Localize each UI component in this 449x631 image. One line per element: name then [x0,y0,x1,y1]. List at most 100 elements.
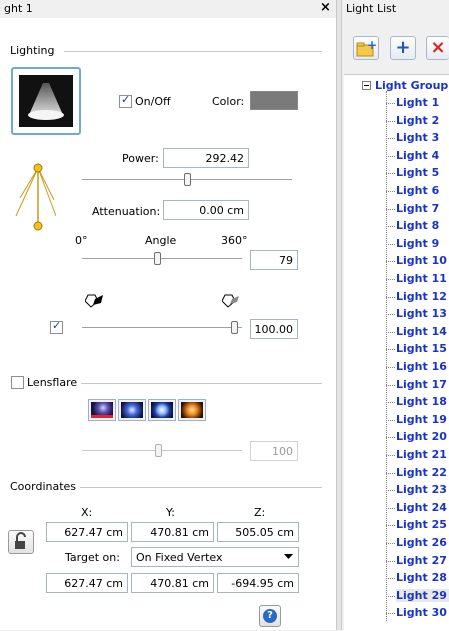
tree-connector [386,279,395,280]
lensflare-blue-glow-icon [121,402,143,418]
angle-label: Angle [145,234,177,247]
tree-collapse-toggle[interactable] [362,81,371,90]
angle-slider-track[interactable] [82,258,242,260]
lensflare-checkbox[interactable] [11,376,24,389]
tree-connector [386,331,395,333]
tree-connector [386,578,395,580]
tree-item-light[interactable]: Light 29 [396,588,449,602]
tree-item-light[interactable]: Light 15 [396,342,447,355]
tree-connector [386,490,395,492]
tree-item-light[interactable]: Light 7 [396,202,439,215]
new-folder-icon: + [356,38,377,57]
tree-connector [386,507,395,509]
position-y-input[interactable]: 470.81 cm [131,522,214,542]
z-label: Z: [254,506,266,519]
tree-item-light[interactable]: Light 9 [396,237,439,250]
position-x-input[interactable]: 627.47 cm [46,522,128,542]
attenuation-input[interactable]: 0.00 cm [163,200,249,220]
tree-item-light[interactable]: Light 13 [396,307,447,320]
angle-max-label: 360° [221,234,248,247]
lensflare-slider-thumb[interactable] [155,444,162,457]
panel-title: ght 1 [4,2,33,15]
lensflare-input[interactable]: 100 [250,441,298,461]
y-label: Y: [166,506,175,519]
light-direction-gizmo-icon[interactable] [12,160,56,240]
tree-item-light[interactable]: Light 26 [396,536,447,549]
add-light-button[interactable]: + [390,36,416,60]
power-slider-thumb[interactable] [184,173,191,186]
tree-item-light[interactable]: Light 2 [396,114,439,127]
tree-item-light[interactable]: Light 5 [396,166,439,179]
angle-input[interactable]: 79 [250,250,298,270]
on-off-checkbox[interactable] [119,93,132,108]
power-input[interactable]: 292.42 [163,148,249,168]
lensflare-preset-4[interactable] [178,399,206,421]
color-label: Color: [212,95,245,108]
lensflare-starburst-icon [91,402,113,418]
tree-item-light[interactable]: Light 18 [396,395,447,408]
tree-item-light[interactable]: Light 20 [396,430,447,443]
unlock-icon [15,532,26,549]
intensity-slider-track[interactable] [82,327,242,329]
tree-connector [386,543,395,544]
tree-item-light[interactable]: Light 28 [396,571,447,584]
tree-connector [386,560,395,562]
tree-item-light[interactable]: Light 1 [396,96,439,109]
tree-item-light[interactable]: Light 3 [396,131,439,144]
lock-button[interactable] [8,530,34,554]
new-group-button[interactable]: + [353,36,379,60]
help-button[interactable]: ? [259,605,281,627]
help-icon: ? [263,609,277,623]
tree-connector [386,525,395,527]
tree-item-light[interactable]: Light 19 [396,413,447,426]
target-x-input[interactable]: 627.47 cm [46,573,128,593]
tree-connector [386,419,395,421]
angle-slider-thumb[interactable] [154,252,161,265]
tree-item-light[interactable]: Light 14 [396,325,447,338]
delete-light-button[interactable]: × [426,36,449,60]
light-preview-frame[interactable] [11,67,81,135]
tree-item-light[interactable]: Light 12 [396,290,447,303]
close-icon[interactable]: × [320,0,331,15]
tree-item-light[interactable]: Light 17 [396,378,447,391]
lensflare-preset-2[interactable] [118,399,146,421]
intensity-slider-thumb[interactable] [231,321,238,334]
target-on-label: Target on: [65,551,120,564]
tree-item-light[interactable]: Light 8 [396,219,439,232]
intensity-checkbox[interactable] [50,319,63,334]
tree-item-light[interactable]: Light 6 [396,184,439,197]
intensity-input[interactable]: 100.00 [250,319,298,339]
tree-connector [386,120,395,122]
tree-connector [386,296,395,298]
lensflare-preset-1[interactable] [88,399,116,421]
chevron-down-icon [284,554,293,559]
tree-connector [386,455,395,456]
light-list-titlebar: Light List [342,0,449,18]
tree-connector [386,138,395,140]
vertex-light-on-icon [85,294,103,308]
target-on-select[interactable]: On Fixed Vertex [131,547,299,567]
tree-item-light[interactable]: Light 23 [396,483,447,496]
tree-item-light[interactable]: Light 4 [396,149,439,162]
tree-connector [386,173,395,175]
lensflare-slider-track[interactable] [82,450,242,452]
tree-item-light[interactable]: Light 16 [396,360,447,373]
coordinates-group-label: Coordinates [10,480,81,493]
svg-text:+: + [367,38,377,52]
spotlight-cone-icon [28,83,64,120]
tree-item-light[interactable]: Light 24 [396,501,447,514]
tree-item-light[interactable]: Light 25 [396,518,447,531]
tree-item-light[interactable]: Light 22 [396,466,447,479]
tree-connector [386,226,395,228]
tree-item-light[interactable]: Light 30 [396,606,447,619]
tree-item-light[interactable]: Light 27 [396,554,447,567]
tree-item-light[interactable]: Light 21 [396,448,447,461]
target-y-input[interactable]: 470.81 cm [131,573,214,593]
lensflare-label: Lensflare [27,376,82,389]
tree-item-light[interactable]: Light 11 [396,272,447,285]
color-swatch[interactable] [250,91,298,110]
target-z-input[interactable]: -694.95 cm [217,573,299,593]
lensflare-preset-3[interactable] [148,399,176,421]
position-z-input[interactable]: 505.05 cm [217,522,299,542]
tree-item-light[interactable]: Light 10 [396,254,447,267]
